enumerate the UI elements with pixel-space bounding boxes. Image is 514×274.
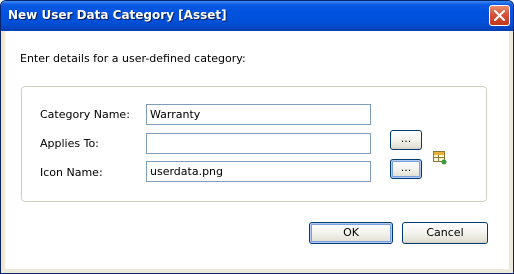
title-bar[interactable]: New User Data Category [Asset] xyxy=(1,1,513,31)
dialog-body: Enter details for a user-defined categor… xyxy=(5,31,509,269)
icon-name-label: Icon Name: xyxy=(40,166,103,179)
userdata-table-icon xyxy=(433,151,447,165)
close-icon xyxy=(494,10,505,21)
category-name-input[interactable]: Warranty xyxy=(146,104,371,125)
icon-name-input[interactable]: userdata.png xyxy=(146,161,371,182)
cancel-button[interactable]: Cancel xyxy=(402,222,488,244)
category-name-label: Category Name: xyxy=(40,108,130,121)
applies-to-label: Applies To: xyxy=(40,137,99,150)
applies-to-browse-button[interactable]: ... xyxy=(390,130,422,150)
applies-to-input[interactable] xyxy=(146,133,371,154)
ok-button[interactable]: OK xyxy=(309,222,393,244)
dialog-window: New User Data Category [Asset] Enter det… xyxy=(0,0,514,274)
close-button[interactable] xyxy=(489,5,510,26)
instruction-text: Enter details for a user-defined categor… xyxy=(20,52,246,65)
window-title: New User Data Category [Asset] xyxy=(8,8,227,22)
icon-name-browse-button[interactable]: ... xyxy=(390,159,422,179)
